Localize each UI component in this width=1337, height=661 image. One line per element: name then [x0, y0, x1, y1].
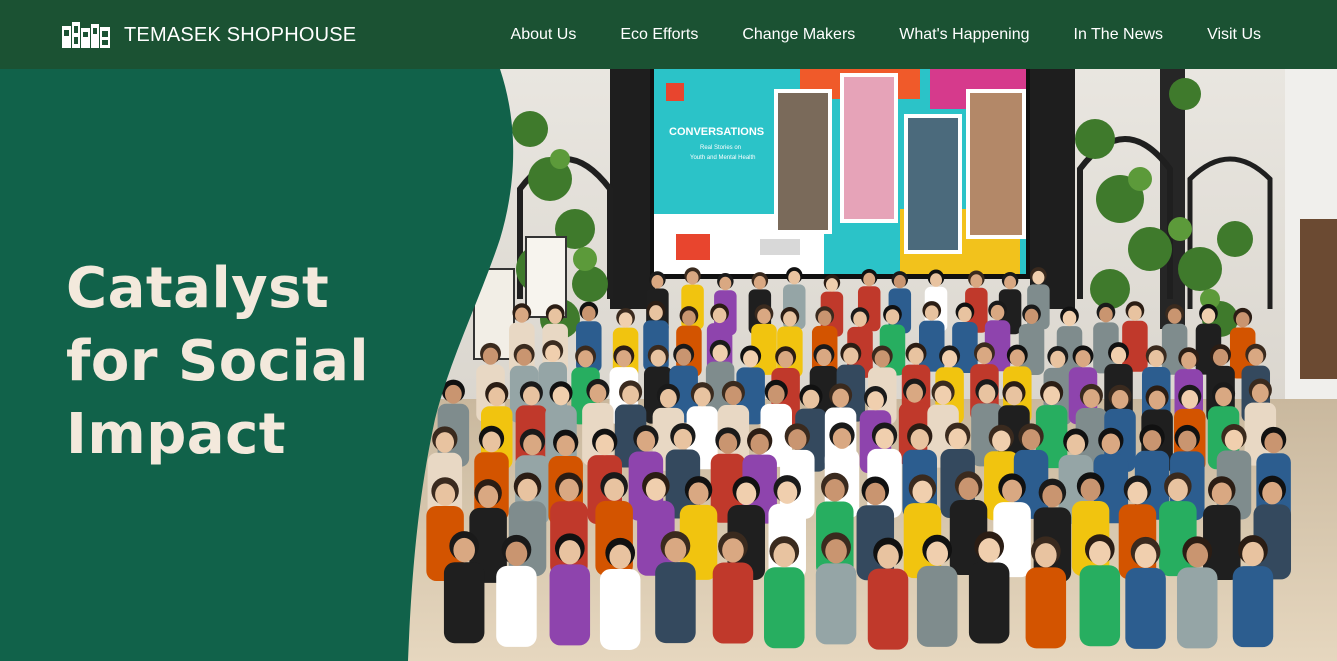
headline-line-3: Impact	[66, 402, 287, 467]
brand-name: TEMASEK SHOPHOUSE	[124, 23, 357, 46]
nav-whats-happening[interactable]: What's Happening	[877, 26, 1051, 44]
nav-eco-efforts[interactable]: Eco Efforts	[598, 26, 720, 44]
nav-about-us[interactable]: About Us	[489, 26, 599, 44]
nav-change-makers[interactable]: Change Makers	[720, 26, 877, 44]
nav-in-the-news[interactable]: In The News	[1052, 26, 1186, 44]
headline-line-1: Catalyst	[66, 256, 330, 321]
hero-banner: CONVERSATIONS Real Stories on Youth and …	[0, 69, 1337, 661]
brand-home-link[interactable]: TEMASEK SHOPHOUSE	[62, 22, 356, 48]
nav-visit-us[interactable]: Visit Us	[1185, 26, 1261, 44]
shophouse-logo-icon	[62, 22, 110, 48]
site-header: TEMASEK SHOPHOUSE About Us Eco Efforts C…	[0, 0, 1337, 69]
headline-line-2: for Social	[66, 329, 370, 394]
hero-headline: Catalyst for Social Impact	[66, 252, 396, 471]
main-nav: About Us Eco Efforts Change Makers What'…	[489, 0, 1261, 69]
